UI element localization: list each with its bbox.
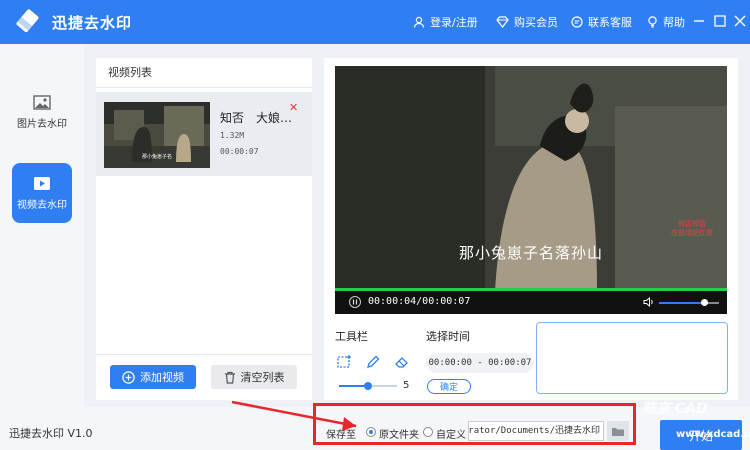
- time-range-field[interactable]: 00:00:00 - 00:00:07: [426, 353, 534, 373]
- time-select-title: 选择时间: [426, 330, 470, 343]
- nav-item-image-watermark[interactable]: 图片去水印: [12, 82, 72, 142]
- brush-size-knob[interactable]: [364, 382, 372, 390]
- nav-item-video-watermark[interactable]: 视频去水印: [12, 163, 72, 223]
- video-list-title: 视频列表: [96, 58, 312, 88]
- chat-icon: [571, 16, 583, 28]
- trash-icon: [224, 371, 235, 384]
- app-logo-icon: [16, 9, 39, 33]
- toolbar-title: 工具栏: [335, 330, 368, 343]
- volume-fill: [659, 302, 704, 304]
- preview-panel: 那小兔崽子名落孙山 知否知否 应是绿肥红瘦 00:00:04/00:00:07 工…: [324, 58, 738, 400]
- volume-knob[interactable]: [701, 299, 708, 306]
- diamond-icon: [496, 16, 509, 28]
- video-name: 知否 大娘…: [220, 111, 293, 125]
- video-list-panel: 视频列表 那小兔崽子名 知否 大娘… 1.32M 00:00:07 ✕ 添加视频: [96, 58, 312, 400]
- nav-label-video: 视频去水印: [17, 199, 67, 211]
- list-footer: 添加视频 清空列表: [96, 354, 312, 400]
- clear-list-button[interactable]: 清空列表: [211, 365, 297, 389]
- maximize-icon[interactable]: [713, 14, 727, 28]
- arrow-icon: [231, 400, 357, 431]
- support-label: 联系客服: [588, 16, 632, 29]
- video-size: 1.32M: [220, 131, 245, 140]
- video-watermark: 知否知否 应是绿肥红瘦: [671, 220, 713, 237]
- app-version: 迅捷去水印 V1.0: [9, 427, 93, 440]
- playback-time: 00:00:04/00:00:07: [368, 296, 471, 307]
- bulb-icon: [648, 16, 657, 28]
- brush-size-slider[interactable]: [339, 382, 397, 390]
- help-button[interactable]: 帮助: [647, 14, 685, 30]
- video-player[interactable]: 那小兔崽子名落孙山 知否知否 应是绿肥红瘦 00:00:04/00:00:07: [335, 66, 727, 314]
- help-label: 帮助: [663, 16, 685, 29]
- notes-textarea[interactable]: [536, 322, 728, 394]
- user-icon: [413, 16, 425, 28]
- add-video-button[interactable]: 添加视频: [110, 365, 196, 389]
- add-video-label: 添加视频: [140, 371, 184, 384]
- svg-text:那小兔崽子名: 那小兔崽子名: [142, 153, 172, 160]
- thumbnail-image: 那小兔崽子名: [104, 102, 210, 168]
- title-bar: 迅捷去水印 登录/注册 购买会员 联系客服 帮助: [0, 0, 750, 44]
- pause-icon: [352, 299, 358, 305]
- buy-vip-button[interactable]: 购买会员: [496, 14, 558, 30]
- video-thumbnail: 那小兔崽子名: [104, 102, 210, 168]
- brush-size-value: 5: [403, 380, 410, 391]
- buy-vip-label: 购买会员: [514, 16, 558, 29]
- login-button[interactable]: 登录/注册: [413, 14, 478, 30]
- video-subtitle: 那小兔崽子名落孙山: [458, 244, 603, 262]
- nav-label-image: 图片去水印: [17, 118, 67, 130]
- close-icon[interactable]: [733, 14, 747, 28]
- list-item[interactable]: 那小兔崽子名 知否 大娘… 1.32M 00:00:07 ✕: [96, 92, 312, 176]
- clear-list-label: 清空列表: [240, 371, 285, 384]
- volume-slider[interactable]: [659, 299, 719, 306]
- image-icon: [33, 94, 51, 110]
- plus-circle-icon: [122, 370, 135, 384]
- app-title: 迅捷去水印: [52, 14, 133, 32]
- video-duration: 00:00:07: [220, 147, 259, 156]
- site-watermark: 晓奈 CAD: [642, 401, 708, 417]
- eraser-icon[interactable]: [394, 354, 410, 370]
- select-rect-icon[interactable]: [336, 354, 352, 370]
- remove-item-icon[interactable]: ✕: [289, 101, 298, 114]
- login-label: 登录/注册: [430, 16, 478, 29]
- minimize-icon[interactable]: [692, 14, 706, 28]
- pause-button[interactable]: [349, 296, 361, 308]
- site-watermark-url: www.xdcad.net: [676, 429, 750, 440]
- volume-icon[interactable]: [643, 296, 655, 308]
- confirm-button[interactable]: 确定: [427, 379, 471, 394]
- left-nav: 图片去水印 视频去水印: [0, 44, 84, 407]
- player-controls: 00:00:04/00:00:07: [335, 291, 727, 314]
- video-icon: [34, 176, 50, 190]
- pen-icon[interactable]: [365, 354, 381, 370]
- support-button[interactable]: 联系客服: [571, 14, 632, 30]
